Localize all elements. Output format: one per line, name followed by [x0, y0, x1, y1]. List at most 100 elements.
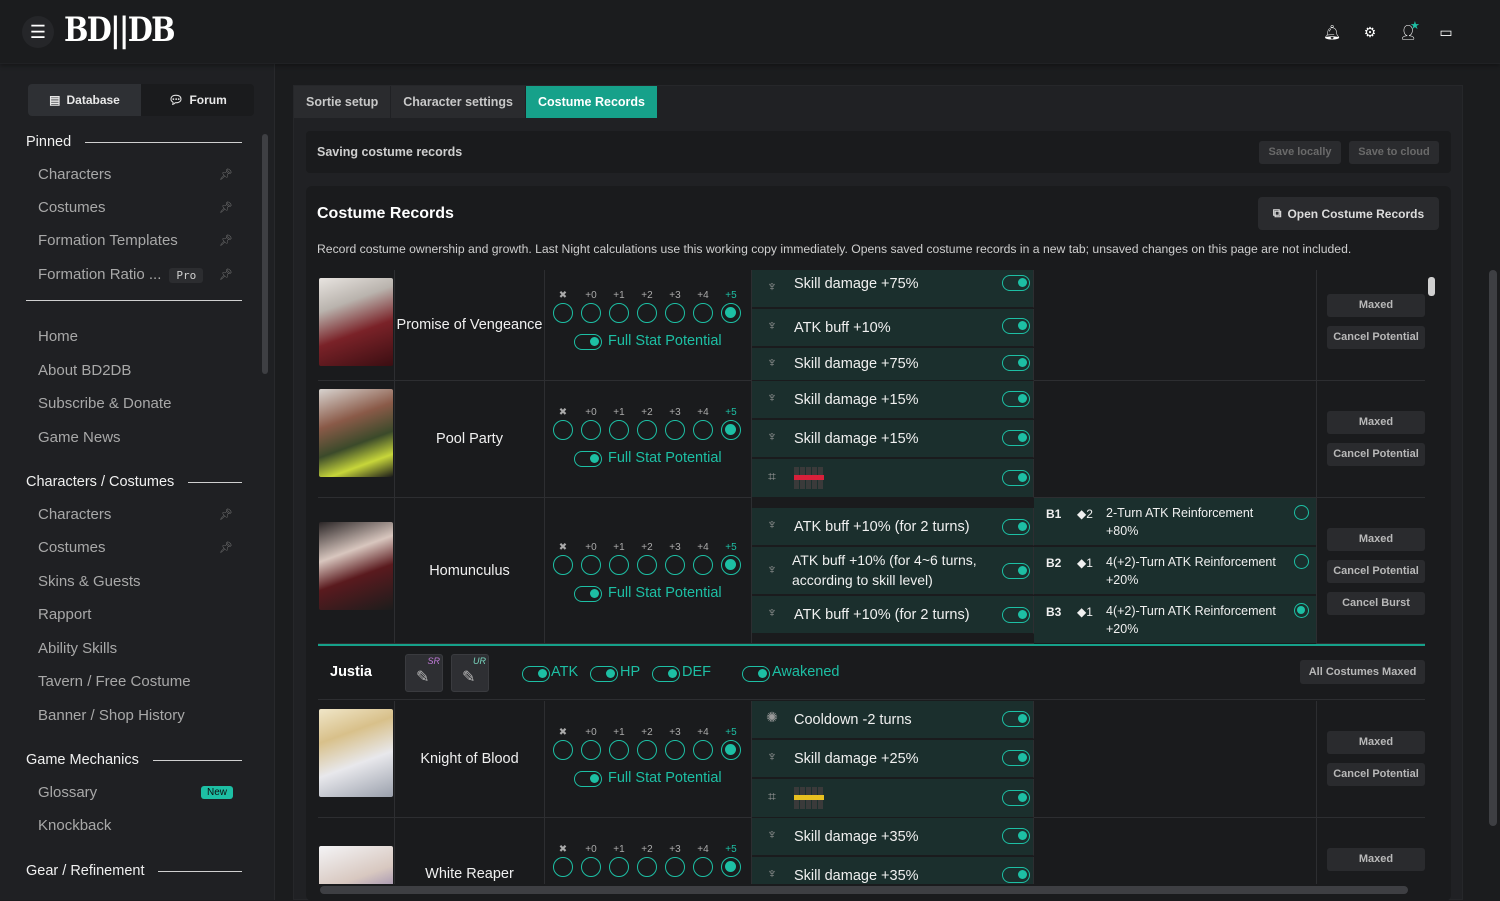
potential-level-radio[interactable] — [693, 857, 713, 877]
potential-level-radio[interactable] — [637, 420, 657, 440]
save-cloud-button[interactable]: Save to cloud — [1349, 141, 1439, 164]
potential-level-radio[interactable] — [609, 555, 629, 575]
potential-level-radio[interactable] — [693, 420, 713, 440]
sidebar-item-pinned-formation-templates[interactable]: Formation Templates 📌︎ — [38, 232, 233, 249]
maxed-button[interactable]: Maxed — [1327, 848, 1425, 871]
maxed-button[interactable]: Maxed — [1327, 528, 1425, 551]
potential-level-radio[interactable] — [721, 740, 741, 760]
tab-character-settings[interactable]: Character settings — [391, 86, 526, 118]
all-costumes-maxed-button[interactable]: All Costumes Maxed — [1300, 660, 1425, 684]
sidebar-item-game-news[interactable]: Game News — [38, 429, 233, 446]
avatar[interactable] — [318, 498, 395, 643]
potential-toggle[interactable] — [1002, 470, 1030, 486]
potential-toggle[interactable] — [1002, 867, 1030, 883]
potential-level-radio[interactable] — [637, 555, 657, 575]
sidebar-item-ability-skills[interactable]: Ability Skills — [38, 640, 233, 657]
sidebar-item-banner[interactable]: Banner / Shop History — [38, 707, 233, 724]
sidebar-item-pinned-formation-ratio[interactable]: Formation Ratio ... Pro 📌︎ — [38, 266, 233, 283]
sidebar-item-characters[interactable]: Characters 📌︎ — [38, 506, 233, 523]
potential-level-radio[interactable] — [721, 420, 741, 440]
potential-level-radio[interactable] — [721, 857, 741, 877]
potential-level-radio[interactable] — [581, 303, 601, 323]
sidebar-item-subscribe[interactable]: Subscribe & Donate — [38, 395, 233, 412]
hp-toggle[interactable] — [590, 666, 618, 682]
atk-toggle[interactable] — [522, 666, 550, 682]
tab-sortie-setup[interactable]: Sortie setup — [294, 86, 391, 118]
avatar[interactable] — [318, 818, 395, 884]
potential-toggle[interactable] — [1002, 607, 1030, 623]
potential-toggle[interactable] — [1002, 711, 1030, 727]
cancel-potential-button[interactable]: Cancel Potential — [1327, 560, 1425, 583]
cancel-potential-button[interactable]: Cancel Potential — [1327, 763, 1425, 786]
pin-icon[interactable]: 📌︎ — [219, 234, 233, 247]
pin-icon[interactable]: 📌︎ — [219, 508, 233, 521]
ur-weapon-icon[interactable]: UR ✎ — [451, 654, 489, 692]
potential-level-radio[interactable] — [721, 555, 741, 575]
sidebar-item-glossary[interactable]: Glossary New — [38, 784, 233, 801]
bell-icon[interactable]: 🔔︎ — [1320, 20, 1344, 44]
potential-level-radio[interactable] — [637, 857, 657, 877]
pin-icon[interactable]: 📌︎ — [219, 541, 233, 554]
sr-weapon-icon[interactable]: SR ✎ — [405, 654, 443, 692]
potential-toggle[interactable] — [1002, 790, 1030, 806]
awakened-toggle[interactable] — [742, 666, 770, 682]
potential-level-radio[interactable] — [553, 857, 573, 877]
potential-toggle[interactable] — [1002, 430, 1030, 446]
cancel-burst-button[interactable]: Cancel Burst — [1327, 592, 1425, 615]
potential-level-radio[interactable] — [553, 555, 573, 575]
sidebar-item-tavern[interactable]: Tavern / Free Costume — [38, 673, 233, 690]
cancel-potential-button[interactable]: Cancel Potential — [1327, 326, 1425, 349]
pin-icon[interactable]: 📌︎ — [219, 168, 233, 181]
sidebar-item-rapport[interactable]: Rapport — [38, 606, 233, 623]
database-tab[interactable]: ▤ Database — [28, 84, 141, 116]
avatar[interactable] — [318, 270, 395, 380]
potential-level-radio[interactable] — [581, 420, 601, 440]
potential-toggle[interactable] — [1002, 750, 1030, 766]
potential-level-radio[interactable] — [665, 857, 685, 877]
potential-toggle[interactable] — [1002, 275, 1030, 291]
page-scrollbar[interactable] — [1489, 270, 1497, 826]
potential-level-radio[interactable] — [693, 740, 713, 760]
table-scrollbar[interactable] — [1428, 277, 1435, 296]
horizontal-scrollbar[interactable] — [320, 886, 1408, 894]
potential-level-radio[interactable] — [609, 740, 629, 760]
burst-radio[interactable] — [1294, 603, 1309, 618]
potential-toggle[interactable] — [1002, 519, 1030, 535]
full-stat-toggle[interactable] — [574, 586, 602, 602]
potential-level-radio[interactable] — [693, 303, 713, 323]
potential-level-radio[interactable] — [609, 303, 629, 323]
sidebar-item-knockback[interactable]: Knockback — [38, 817, 233, 834]
potential-level-radio[interactable] — [581, 740, 601, 760]
sidebar-item-pinned-costumes[interactable]: Costumes 📌︎ — [38, 199, 233, 216]
sidebar-item-pinned-characters[interactable]: Characters 📌︎ — [38, 166, 233, 183]
pin-icon[interactable]: 📌︎ — [219, 201, 233, 214]
maxed-button[interactable]: Maxed — [1327, 411, 1425, 434]
maxed-button[interactable]: Maxed — [1327, 294, 1425, 317]
potential-level-radio[interactable] — [581, 555, 601, 575]
avatar[interactable] — [318, 381, 395, 497]
avatar[interactable] — [318, 701, 395, 817]
potential-toggle[interactable] — [1002, 355, 1030, 371]
potential-toggle[interactable] — [1002, 318, 1030, 334]
save-locally-button[interactable]: Save locally — [1259, 141, 1341, 164]
user-icon[interactable]: 👤︎ ★ — [1396, 20, 1420, 44]
potential-level-radio[interactable] — [553, 420, 573, 440]
potential-level-radio[interactable] — [553, 303, 573, 323]
burst-radio[interactable] — [1294, 505, 1309, 520]
sidebar-item-home[interactable]: Home — [38, 328, 233, 345]
potential-level-radio[interactable] — [581, 857, 601, 877]
logo[interactable]: BD||DB — [64, 10, 176, 50]
sidebar-item-skins[interactable]: Skins & Guests — [38, 573, 233, 590]
def-toggle[interactable] — [652, 666, 680, 682]
potential-level-radio[interactable] — [721, 303, 741, 323]
potential-level-radio[interactable] — [609, 420, 629, 440]
potential-level-radio[interactable] — [665, 555, 685, 575]
potential-level-radio[interactable] — [693, 555, 713, 575]
potential-level-radio[interactable] — [665, 303, 685, 323]
menu-icon[interactable]: ☰ — [22, 16, 54, 48]
gear-icon[interactable]: ⚙ — [1358, 20, 1382, 44]
full-stat-toggle[interactable] — [574, 771, 602, 787]
potential-level-radio[interactable] — [665, 420, 685, 440]
potential-level-radio[interactable] — [637, 740, 657, 760]
tab-costume-records[interactable]: Costume Records — [526, 86, 657, 118]
